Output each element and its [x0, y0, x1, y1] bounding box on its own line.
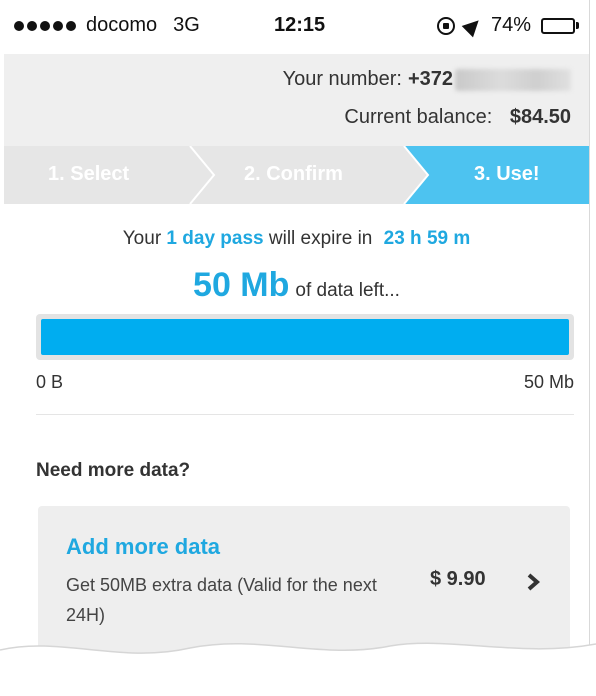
card-price: $ 9.90: [430, 568, 486, 590]
bar-max-label: 50 Mb: [523, 372, 574, 392]
location-arrow-icon: [461, 14, 485, 37]
data-left-suffix: of data left...: [295, 280, 400, 301]
number-prefix: +372: [407, 68, 453, 90]
expiry-prefix: Your: [122, 228, 162, 249]
carrier-name: docomo: [86, 14, 158, 36]
redacted-number: [455, 68, 571, 91]
data-left-amount: 50 Mb: [193, 266, 290, 304]
step-progress: 1. Select 2. Confirm 3. Use!: [4, 146, 589, 204]
need-more-heading: Need more data?: [36, 460, 191, 481]
account-header: Your number: +372 Current balance: $84.5…: [4, 54, 589, 146]
your-number-row: Your number: +372: [283, 68, 571, 91]
step-confirm: 2. Confirm: [244, 163, 343, 185]
battery-icon: [541, 17, 579, 34]
signal-dots-icon: [14, 20, 76, 31]
step-select: 1. Select: [48, 163, 130, 185]
balance-row: Current balance: $84.50: [344, 106, 571, 129]
status-time: 12:15: [274, 14, 326, 36]
card-description: Get 50MB extra data (Valid for the next …: [66, 575, 377, 625]
phone-screen: docomo 3G 12:15 74% Your number: +372 Cu…: [4, 0, 590, 690]
divider: [36, 414, 574, 415]
data-usage-fill: [41, 319, 569, 355]
balance-value: $84.50: [509, 106, 571, 128]
bar-min-label: 0 B: [36, 372, 64, 392]
balance-label: Current balance:: [344, 106, 493, 128]
status-right: 74%: [436, 14, 579, 37]
number-label: Your number:: [282, 68, 402, 90]
data-left-line: 50 Mb of data left...: [4, 266, 589, 305]
data-usage-bar: [36, 314, 574, 360]
battery-percent: 74%: [490, 14, 531, 36]
rotation-lock-icon: [436, 16, 455, 35]
torn-edge: [0, 642, 596, 696]
step-use: 3. Use!: [474, 163, 540, 185]
time-left: 23 h 59 m: [383, 228, 471, 249]
pass-expiry-text: Your 1 day pass will expire in 23 h 59 m: [4, 228, 589, 250]
pass-name: 1 day pass: [166, 228, 264, 249]
status-left: docomo 3G: [14, 14, 200, 37]
expiry-middle: will expire in: [268, 228, 373, 249]
network-type: 3G: [173, 14, 200, 36]
chevron-right-icon: [527, 573, 540, 591]
card-title: Add more data: [66, 534, 221, 559]
status-bar: docomo 3G 12:15 74%: [4, 0, 589, 54]
